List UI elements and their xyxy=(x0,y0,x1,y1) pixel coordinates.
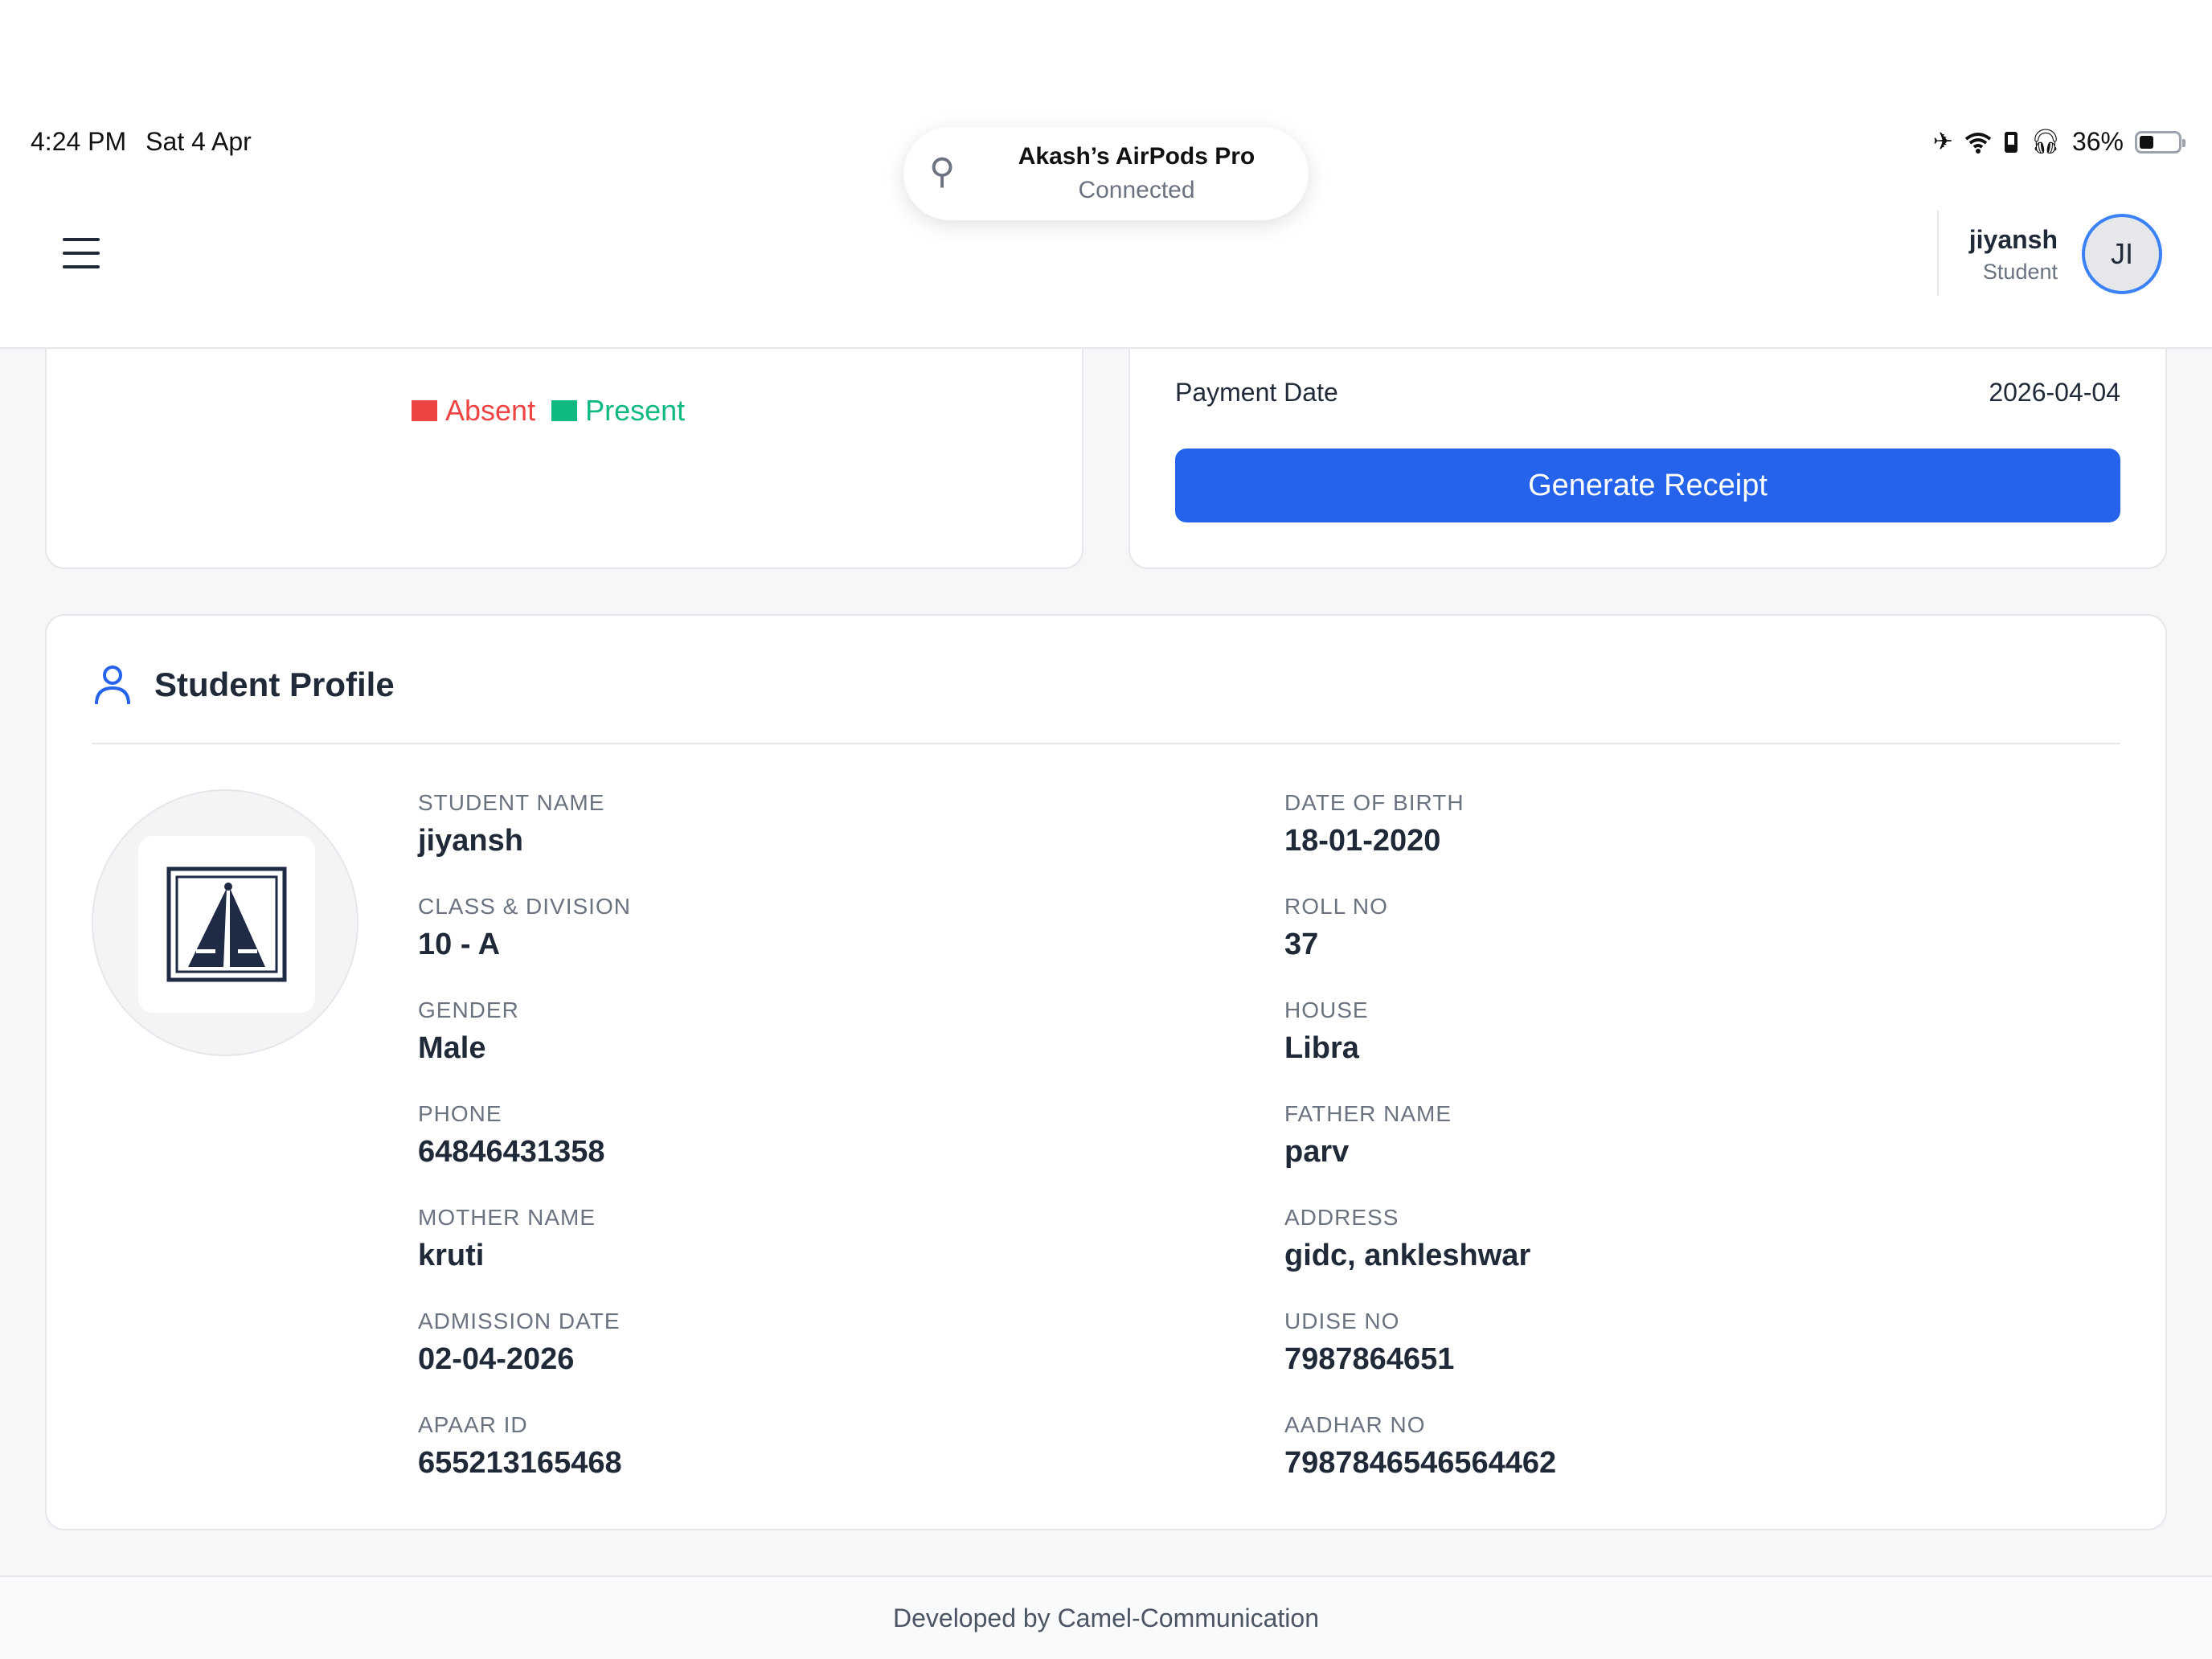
airpods-icon: ⚲ xyxy=(929,152,956,191)
field-mother-name: MOTHER NAME kruti xyxy=(418,1205,596,1272)
phone-icon xyxy=(2004,131,2017,153)
header-divider xyxy=(1937,211,1939,296)
hamburger-menu-icon[interactable] xyxy=(63,238,100,268)
present-swatch xyxy=(551,400,578,421)
school-logo-icon xyxy=(166,866,287,982)
footer: Developed by Camel-Communication xyxy=(0,1575,2212,1659)
footer-text: Developed by Camel-Communication xyxy=(892,1603,1319,1632)
field-apaar-id: APAAR ID 655213165468 xyxy=(418,1412,622,1480)
status-clock: 4:24 PM xyxy=(31,127,127,156)
field-date-of-birth: DATE OF BIRTH 18-01-2020 xyxy=(1284,790,1464,858)
field-admission-date: ADMISSION DATE 02-04-2026 xyxy=(418,1309,621,1376)
field-address: ADDRESS gidc, ankleshwar xyxy=(1284,1205,1531,1272)
legend-present[interactable]: Present xyxy=(551,394,685,428)
legend-present-label: Present xyxy=(585,394,686,427)
attendance-legend: Absent Present xyxy=(412,394,685,428)
payment-date-value: 2026-04-04 xyxy=(1989,378,2120,407)
field-roll-no: ROLL NO 37 xyxy=(1284,894,1388,961)
field-house: HOUSE Libra xyxy=(1284,997,1369,1065)
notification-subtitle: Connected xyxy=(1078,177,1195,203)
battery-fill xyxy=(2140,135,2153,149)
payment-date-row: Payment Date 2026-04-04 xyxy=(1175,378,2120,408)
avatar[interactable]: JI xyxy=(2082,214,2162,294)
field-phone: PHONE 64846431358 xyxy=(418,1101,605,1169)
school-logo xyxy=(138,836,315,1013)
generate-receipt-button[interactable]: Generate Receipt xyxy=(1175,449,2120,522)
airpods-notification[interactable]: ⚲ Akash’s AirPods Pro Connected xyxy=(903,127,1309,220)
status-indicators: ✈ 🎧︎ 36% xyxy=(1932,127,2185,157)
battery-percentage: 36% xyxy=(2071,127,2124,156)
user-icon xyxy=(95,666,130,705)
profile-divider xyxy=(92,743,2120,744)
field-father-name: FATHER NAME parv xyxy=(1284,1101,1452,1169)
wifi-icon xyxy=(1964,132,1992,154)
absent-swatch xyxy=(412,400,437,421)
field-aadhar-no: AADHAR NO 7987846546564462 xyxy=(1284,1412,1557,1480)
battery-icon xyxy=(2135,130,2185,154)
student-photo xyxy=(92,789,358,1056)
profile-title: Student Profile xyxy=(154,666,395,703)
field-class-division: CLASS & DIVISION 10 - A xyxy=(418,894,631,961)
user-info[interactable]: jiyansh Student xyxy=(1969,222,2058,286)
legend-absent[interactable]: Absent xyxy=(412,394,535,428)
notification-title: Akash’s AirPods Pro xyxy=(1018,143,1256,170)
field-gender: GENDER Male xyxy=(418,997,519,1065)
user-name: jiyansh xyxy=(1968,225,2058,254)
student-profile-card: Student Profile STUDENT NAME jiyansh CLA… xyxy=(45,614,2167,1530)
status-time: 4:24 PM Sat 4 Apr xyxy=(31,127,252,157)
profile-header: Student Profile xyxy=(93,664,395,706)
headphones-icon: 🎧︎ xyxy=(2030,128,2061,155)
field-udise-no: UDISE NO 7987864651 xyxy=(1284,1309,1455,1376)
status-date: Sat 4 Apr xyxy=(145,127,252,156)
airplane-icon: ✈ xyxy=(1932,128,1953,155)
user-role: Student xyxy=(1982,260,2058,284)
field-student-name: STUDENT NAME jiyansh xyxy=(418,790,605,858)
app-header: 4:24 PM Sat 4 Apr ⚲ Akash’s AirPods Pro … xyxy=(0,0,2212,349)
legend-absent-label: Absent xyxy=(445,394,536,427)
payment-date-label: Payment Date xyxy=(1175,378,1338,407)
